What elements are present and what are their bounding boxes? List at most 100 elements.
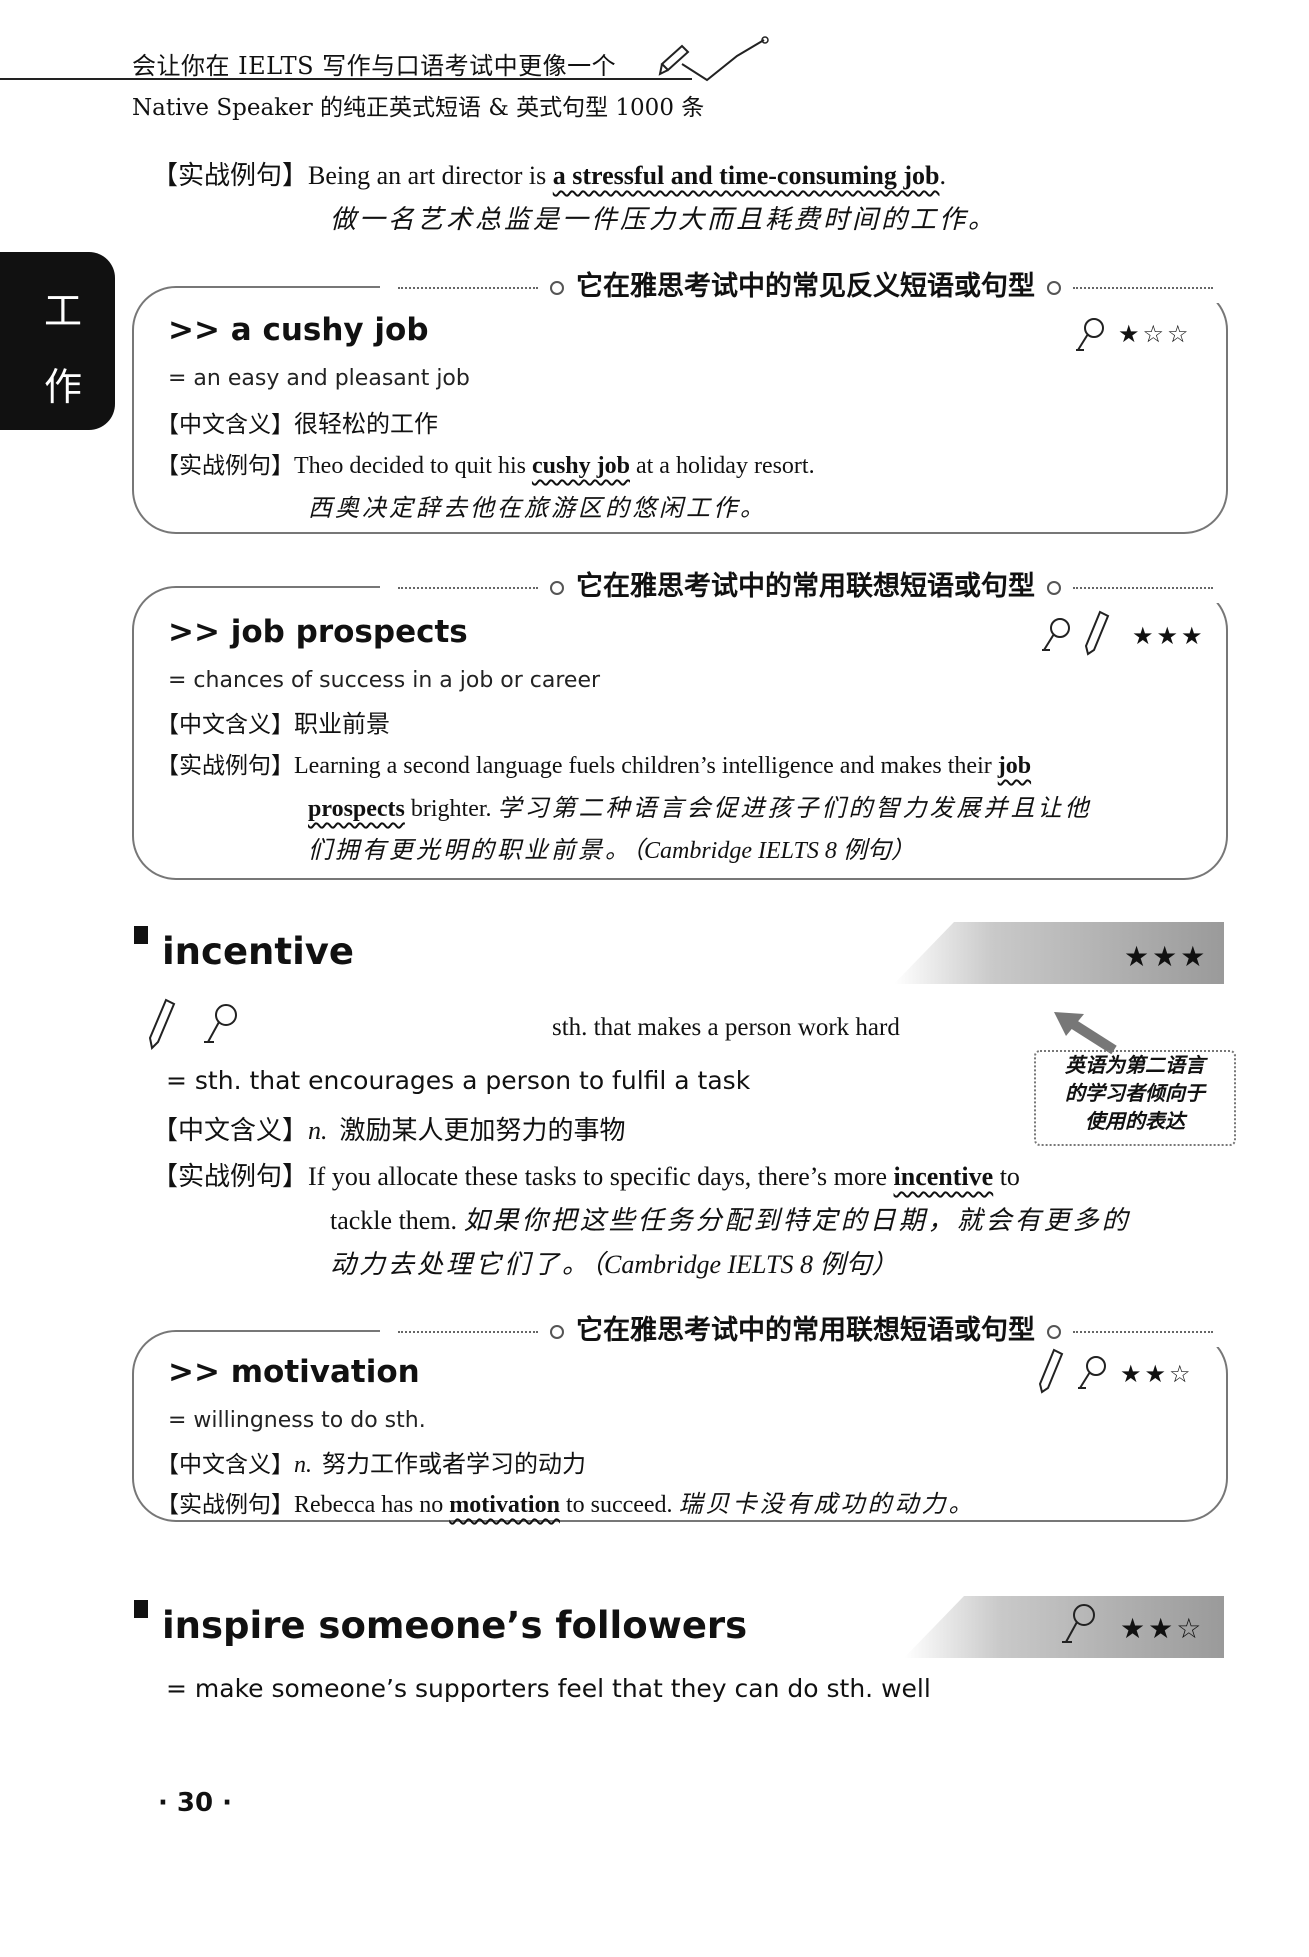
- rating-stars: ★★☆: [1120, 1612, 1205, 1645]
- meaning-text: 很轻松的工作: [294, 412, 438, 438]
- headword: inspire someone’s followers: [162, 1604, 748, 1647]
- learner-definition: = sth. that encourages a person to fulfi…: [166, 1066, 751, 1095]
- example-text: Theo decided to quit his: [294, 453, 532, 479]
- example-translation: 西奥决定辞去他在旅游区的悠闲工作。: [308, 496, 767, 522]
- association-box-title: 它在雅思考试中的常用联想短语或句型: [380, 1308, 1231, 1347]
- meaning-text: 激励某人更加努力的事物: [339, 1116, 626, 1145]
- example-translation: 瑞贝卡没有成功的动力。: [678, 1492, 976, 1518]
- divider-dots: [1073, 286, 1213, 289]
- meaning-label: 【中文含义】: [156, 1452, 294, 1478]
- rating-stars: ★★☆: [1120, 1360, 1194, 1388]
- side-tab-char-2: 作: [44, 365, 83, 409]
- pencil-icon: [1038, 1348, 1064, 1394]
- example-text: Rebecca has no: [294, 1492, 450, 1518]
- meaning-label: 【中文含义】: [156, 712, 294, 738]
- example-label: 【实战例句】: [156, 753, 294, 779]
- meaning-text: 职业前景: [294, 712, 390, 738]
- meaning-row: 【中文含义】n. 努力工作或者学习的动力: [156, 1444, 586, 1479]
- meaning-row: 【中文含义】职业前景: [156, 704, 390, 739]
- box-title-text: 它在雅思考试中的常用联想短语或句型: [576, 571, 1035, 602]
- rating-stars: ★☆☆: [1118, 320, 1192, 348]
- microphone-icon: [1062, 1604, 1095, 1643]
- example-text: Learning a second language fuels childre…: [294, 753, 998, 779]
- example-row: 【实战例句】Learning a second language fuels c…: [156, 746, 1206, 780]
- phrase-definition: = chances of success in a job or career: [168, 668, 601, 693]
- microphone-icon: [204, 1004, 237, 1043]
- microphone-icon: [1076, 318, 1104, 351]
- rating-stars: ★★★: [1124, 940, 1209, 973]
- example-source: （Cambridge IELTS 8 例句）: [632, 838, 915, 864]
- running-header-line1: 会让你在 IELTS 写作与口语考试中更像一个: [132, 52, 617, 80]
- example-text: at a holiday resort.: [629, 453, 815, 479]
- native-definition: sth. that makes a person work hard: [552, 1014, 900, 1041]
- example-highlight: prospects: [308, 796, 405, 822]
- divider-dots: [398, 586, 538, 589]
- example-text: tackle them.: [330, 1206, 464, 1235]
- meaning-text: 努力工作或者学习的动力: [322, 1452, 586, 1478]
- divider-dots: [1073, 586, 1213, 589]
- example-translation: 们拥有更光明的职业前景。: [308, 838, 632, 864]
- phrase-heading: >> job prospects: [168, 614, 468, 650]
- example-label: 【实战例句】: [156, 1492, 294, 1518]
- box-title-text: 它在雅思考试中的常见反义短语或句型: [576, 271, 1035, 302]
- ring-icon: [1047, 580, 1061, 595]
- phrase-definition: = willingness to do sth.: [168, 1408, 426, 1433]
- example-highlight: cushy job: [531, 453, 630, 479]
- ring-icon: [550, 280, 564, 295]
- divider-dots: [398, 1330, 538, 1333]
- example-text: .: [939, 161, 946, 190]
- phrase-heading: >> motivation: [168, 1354, 420, 1390]
- top-example-translation: 做一名艺术总监是一件压力大而且耗费时间的工作。: [330, 205, 998, 235]
- headword: incentive: [162, 930, 354, 973]
- part-of-speech: n.: [308, 1116, 328, 1145]
- part-of-speech: n.: [294, 1452, 312, 1478]
- ring-icon: [550, 580, 564, 595]
- side-tab-char-1: 工: [44, 289, 83, 333]
- example-highlight: job: [997, 753, 1032, 779]
- example-translation: 学习第二种语言会促进孩子们的智力发展并且让他: [497, 796, 1092, 822]
- top-example-sentence: 【实战例句】Being an art director is a stressf…: [152, 154, 1152, 198]
- example-highlight: a stressful and time-consuming job: [552, 161, 940, 190]
- example-row: 【实战例句】If you allocate these tasks to spe…: [152, 1156, 1242, 1193]
- learner-definition: = make someone’s supporters feel that th…: [166, 1674, 931, 1703]
- phrase-definition: = an easy and pleasant job: [168, 366, 470, 391]
- learner-note-line: 英语为第二语言: [1065, 1055, 1205, 1077]
- example-row-cont: prospects brighter. 学习第二种语言会促进孩子们的智力发展并且…: [308, 788, 1092, 823]
- meaning-row: 【中文含义】n. 激励某人更加努力的事物: [152, 1110, 626, 1147]
- microphone-icon: [1042, 618, 1070, 651]
- meaning-row: 【中文含义】很轻松的工作: [156, 404, 438, 439]
- association-box-title: 它在雅思考试中的常用联想短语或句型: [380, 564, 1231, 603]
- learner-note-line: 使用的表达: [1085, 1111, 1185, 1133]
- example-text: brighter.: [404, 796, 498, 822]
- ring-icon: [550, 1324, 564, 1339]
- phrase-heading: >> a cushy job: [168, 312, 429, 348]
- example-text: If you allocate these tasks to specific …: [308, 1162, 894, 1191]
- example-row-cont: 动力去处理它们了。（Cambridge IELTS 8 例句）: [330, 1244, 897, 1281]
- learner-note-line: 的学习者倾向于: [1065, 1083, 1205, 1105]
- pencil-icon: [1084, 610, 1110, 656]
- rating-stars: ★★★: [1132, 622, 1206, 650]
- ring-icon: [1047, 1324, 1061, 1339]
- running-header-line2: Native Speaker 的纯正英式短语 & 英式句型 1000 条: [132, 95, 705, 121]
- bullet-square: [134, 926, 148, 944]
- example-source: （Cambridge IELTS 8 例句）: [591, 1250, 898, 1279]
- header-rule: [0, 78, 692, 80]
- divider-dots: [398, 286, 538, 289]
- example-row-cont: tackle them. 如果你把这些任务分配到特定的日期，就会有更多的: [330, 1200, 1131, 1237]
- pencil-scribble-icon: [658, 36, 769, 82]
- pencil-icon: [148, 998, 176, 1050]
- example-text: to: [993, 1162, 1020, 1191]
- learner-note-box: 英语为第二语言 的学习者倾向于 使用的表达: [1034, 1050, 1236, 1146]
- example-label: 【实战例句】: [152, 1162, 309, 1192]
- page-number: · 30 ·: [158, 1788, 233, 1818]
- antonym-box-title: 它在雅思考试中的常见反义短语或句型: [380, 264, 1231, 303]
- example-highlight: motivation: [449, 1492, 560, 1518]
- example-row-cont: 们拥有更光明的职业前景。（Cambridge IELTS 8 例句）: [308, 830, 915, 865]
- example-translation: 动力去处理它们了。: [330, 1250, 592, 1279]
- example-translation: 如果你把这些任务分配到特定的日期，就会有更多的: [463, 1206, 1131, 1235]
- example-row: 【实战例句】Theo decided to quit his cushy job…: [156, 446, 815, 480]
- example-label: 【实战例句】: [152, 161, 309, 191]
- box-title-text: 它在雅思考试中的常用联想短语或句型: [576, 1315, 1035, 1346]
- example-text: to succeed.: [559, 1492, 679, 1518]
- microphone-icon: [1078, 1356, 1106, 1389]
